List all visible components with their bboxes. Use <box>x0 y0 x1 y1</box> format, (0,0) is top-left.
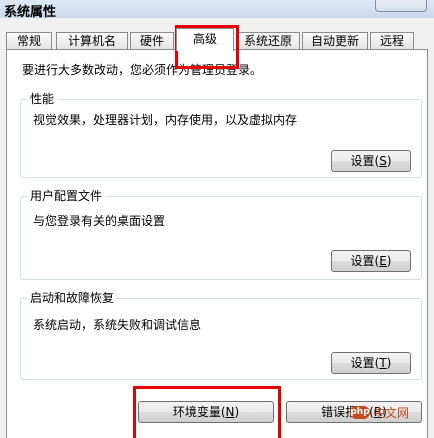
tab-hardware[interactable]: 硬件 <box>130 32 174 50</box>
title-bar: 系统属性 <box>0 0 434 20</box>
watermark-text: 中文网 <box>373 405 410 420</box>
tab-computer-name[interactable]: 计算机名 <box>56 32 128 50</box>
startup-recovery-title: 启动和故障恢复 <box>27 290 118 306</box>
tab-general[interactable]: 常规 <box>6 32 52 50</box>
close-button[interactable] <box>375 0 427 12</box>
tab-remote[interactable]: 远程 <box>370 32 414 50</box>
performance-description: 视觉效果，处理器计划，内存使用，以及虚拟内存 <box>33 113 298 127</box>
tab-advanced[interactable]: 高级 <box>176 28 234 51</box>
user-profiles-settings-button[interactable]: 设置(E) <box>331 250 411 272</box>
startup-recovery-description: 系统启动，系统失败和调试信息 <box>33 318 202 332</box>
user-profiles-title: 用户配置文件 <box>27 188 106 204</box>
performance-settings-button[interactable]: 设置(S) <box>331 150 411 172</box>
tab-strip: 常规 计算机名 硬件 高级 系统还原 自动更新 远程 <box>6 28 428 51</box>
window-title: 系统属性 <box>4 5 57 20</box>
tab-automatic-updates[interactable]: 自动更新 <box>302 32 368 50</box>
php-logo-icon: php <box>350 405 370 419</box>
php-watermark: php 中文网 <box>350 402 409 422</box>
admin-note: 要进行大多数改动，您必须作为管理员登录。 <box>22 63 263 77</box>
performance-group: 性能 视觉效果，处理器计划，内存使用，以及虚拟内存 设置(S) <box>20 91 422 178</box>
environment-variables-button[interactable]: 环境变量(N) <box>138 401 274 423</box>
user-profiles-description: 与您登录有关的桌面设置 <box>33 214 166 228</box>
startup-recovery-group: 启动和故障恢复 系统启动，系统失败和调试信息 设置(T) <box>20 290 422 380</box>
user-profiles-group: 用户配置文件 与您登录有关的桌面设置 设置(E) <box>20 188 422 280</box>
performance-title: 性能 <box>27 91 58 107</box>
startup-recovery-settings-button[interactable]: 设置(T) <box>331 352 411 374</box>
tab-system-restore[interactable]: 系统还原 <box>236 32 300 50</box>
